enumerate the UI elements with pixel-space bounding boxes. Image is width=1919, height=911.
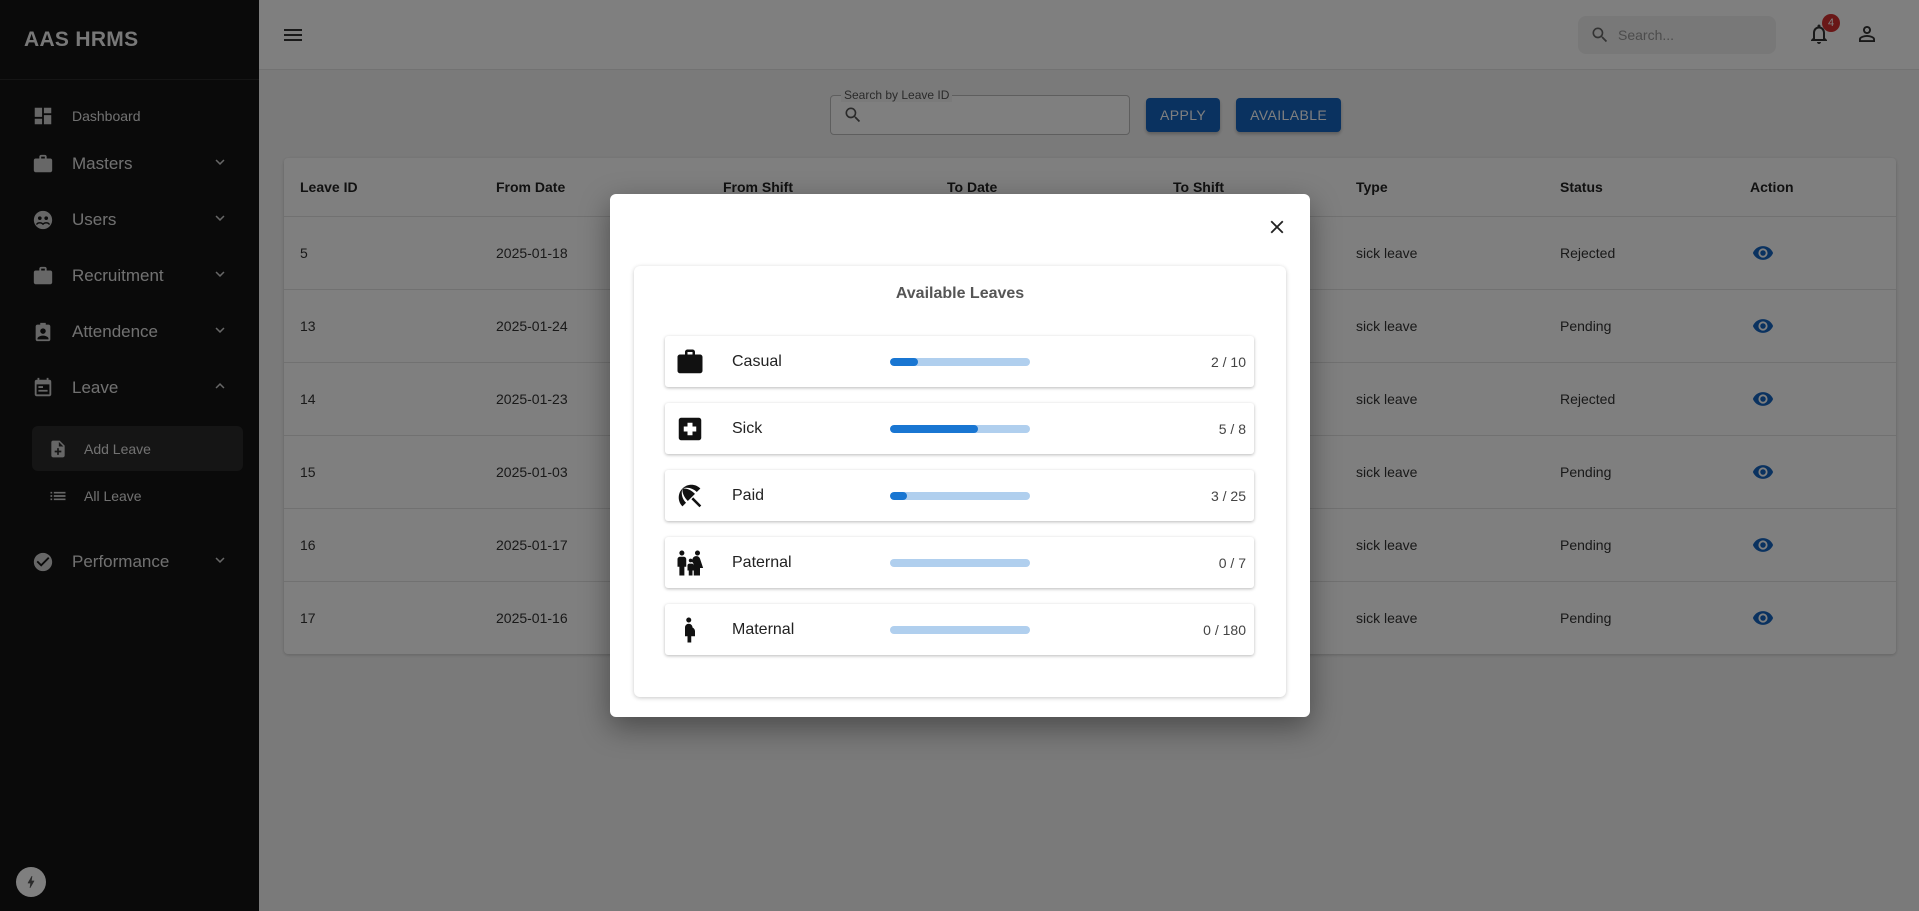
leave-row-sick: Sick 5 / 8 bbox=[665, 403, 1254, 454]
leave-name: Maternal bbox=[732, 620, 795, 638]
leave-row-maternal: Maternal 0 / 180 bbox=[665, 604, 1254, 655]
medical-icon bbox=[675, 414, 705, 444]
leave-count: 0 / 7 bbox=[1218, 554, 1246, 571]
close-icon[interactable] bbox=[1264, 214, 1290, 240]
leave-name: Paternal bbox=[732, 553, 792, 571]
modal-title: Available Leaves bbox=[895, 285, 1025, 302]
beach-umbrella-icon bbox=[675, 481, 705, 511]
available-leaves-modal: Available Leaves Casual 2 / 10 Sick 5 / … bbox=[610, 194, 1310, 717]
leave-progress-fill bbox=[890, 491, 907, 500]
leave-progress bbox=[890, 625, 1030, 634]
pregnant-woman-icon bbox=[675, 615, 705, 645]
family-icon bbox=[675, 548, 705, 578]
leave-row-paid: Paid 3 / 25 bbox=[665, 470, 1254, 521]
leave-progress-fill bbox=[890, 424, 978, 433]
leave-count: 3 / 25 bbox=[1210, 487, 1246, 504]
leave-name: Casual bbox=[732, 352, 782, 370]
leave-row-casual: Casual 2 / 10 bbox=[665, 336, 1254, 387]
leave-progress bbox=[890, 424, 1030, 433]
leave-name: Paid bbox=[732, 486, 765, 504]
leave-count: 5 / 8 bbox=[1218, 420, 1246, 437]
leave-progress bbox=[890, 491, 1030, 500]
leave-row-paternal: Paternal 0 / 7 bbox=[665, 537, 1254, 588]
leave-progress bbox=[890, 357, 1030, 366]
leave-progress-fill bbox=[890, 357, 918, 366]
leave-count: 2 / 10 bbox=[1210, 353, 1246, 370]
available-leaves-card: Available Leaves Casual 2 / 10 Sick 5 / … bbox=[634, 266, 1286, 697]
leave-count: 0 / 180 bbox=[1203, 621, 1246, 638]
leave-progress bbox=[890, 558, 1030, 567]
leave-name: Sick bbox=[732, 419, 763, 437]
briefcase-icon bbox=[675, 347, 705, 377]
